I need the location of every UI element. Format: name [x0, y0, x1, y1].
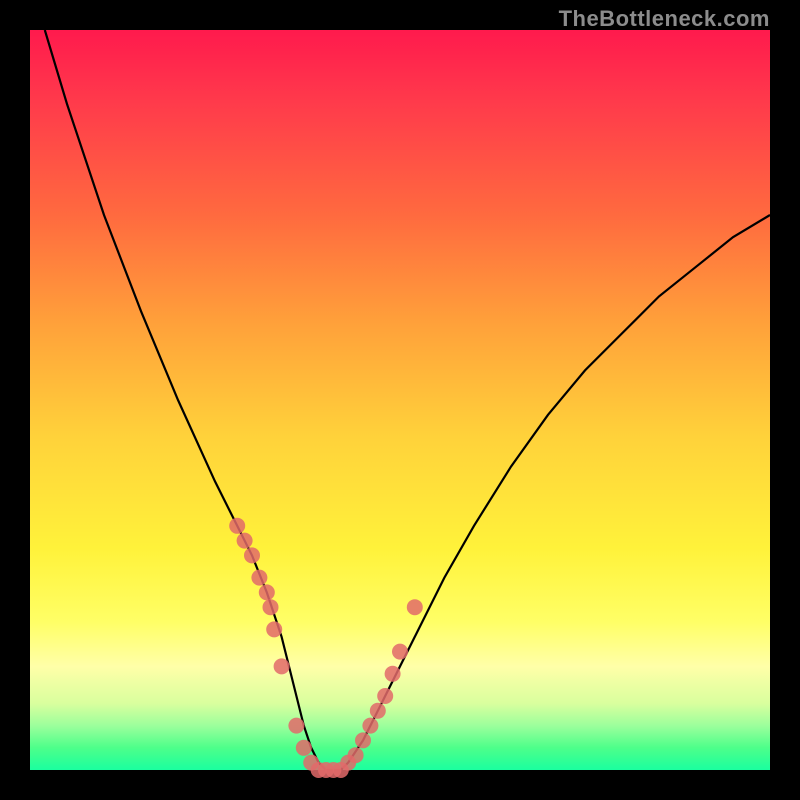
sample-point — [229, 518, 245, 534]
sample-point — [355, 732, 371, 748]
sample-point — [237, 533, 253, 549]
sample-point — [385, 666, 401, 682]
sample-point — [296, 740, 312, 756]
sample-point — [348, 747, 364, 763]
sample-point — [274, 658, 290, 674]
sample-point — [288, 718, 304, 734]
sample-point — [392, 644, 408, 660]
sample-point — [407, 599, 423, 615]
sample-point — [370, 703, 386, 719]
chart-frame: TheBottleneck.com — [0, 0, 800, 800]
watermark-text: TheBottleneck.com — [559, 6, 770, 32]
sample-point — [266, 621, 282, 637]
sample-point — [377, 688, 393, 704]
sample-point — [263, 599, 279, 615]
sample-point — [251, 570, 267, 586]
sample-point — [259, 584, 275, 600]
sample-point — [244, 547, 260, 563]
sample-points-group — [229, 518, 423, 778]
chart-svg — [30, 30, 770, 770]
bottleneck-curve-line — [45, 30, 770, 770]
sample-point — [362, 718, 378, 734]
